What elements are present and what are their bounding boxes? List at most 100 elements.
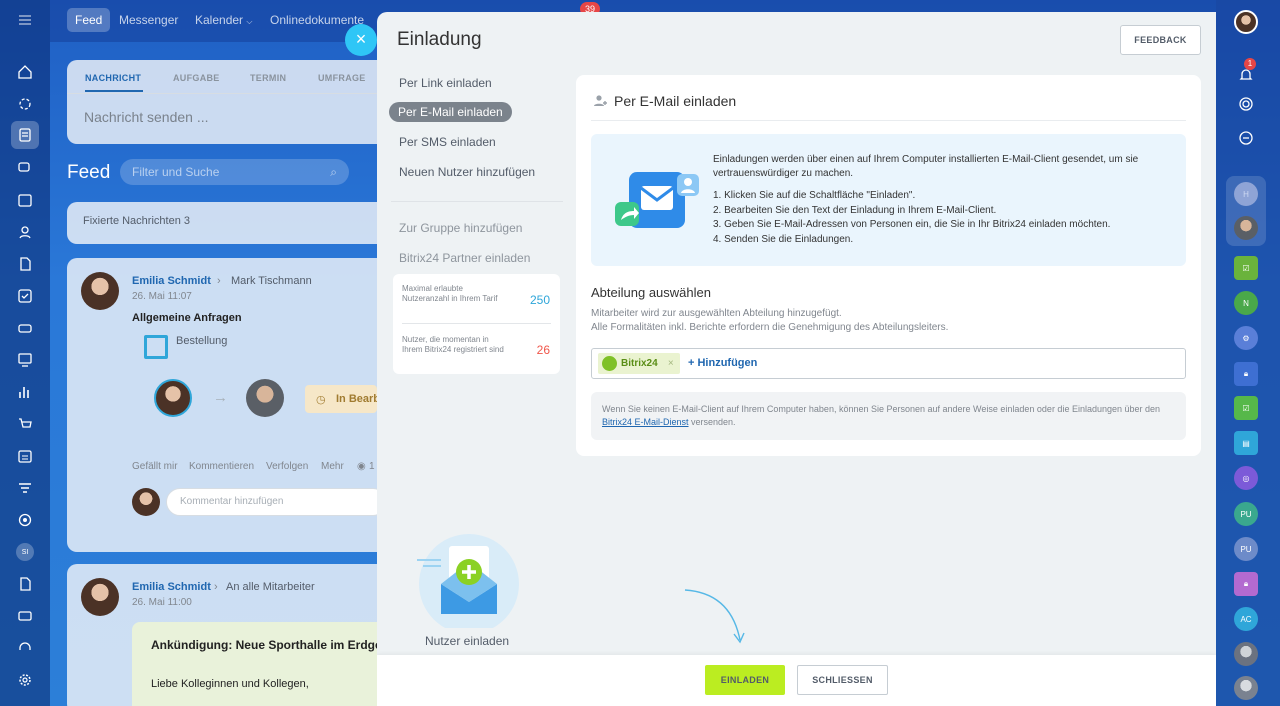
lock-chat-icon-2[interactable]: 🔒︎ — [1234, 572, 1258, 596]
comment-link[interactable]: Kommentieren — [189, 461, 254, 472]
document-icon[interactable] — [13, 252, 37, 276]
chevron-down-icon: ⌵ — [246, 17, 253, 26]
tab-poll[interactable]: UMFRAGE — [318, 73, 366, 83]
contact-initials: PU — [1240, 509, 1252, 519]
contact-h[interactable]: H — [1234, 182, 1258, 206]
contact-initials: N — [1243, 298, 1249, 308]
tasks-icon[interactable] — [13, 284, 37, 308]
department-selector[interactable]: Bitrix24 × + Hinzufügen — [591, 348, 1186, 379]
home-icon[interactable] — [13, 60, 37, 84]
hamburger-menu-icon[interactable] — [13, 8, 37, 32]
nav-calendar[interactable]: Kalender ⌵ — [187, 8, 260, 32]
card-icon[interactable] — [13, 604, 37, 628]
menu-add-group[interactable]: Zur Gruppe hinzufügen — [399, 221, 522, 235]
menu-invite-sms[interactable]: Per SMS einladen — [399, 135, 496, 149]
contact-avatar[interactable] — [1234, 642, 1258, 666]
puzzle-icon[interactable] — [13, 92, 37, 116]
nav-messenger[interactable]: Messenger — [111, 8, 186, 32]
feed-search-input[interactable]: Filter und Suche ⌕ — [120, 159, 349, 185]
feed-icon[interactable] — [11, 121, 39, 149]
target-chat-icon[interactable]: ◎ — [1234, 466, 1258, 490]
card-divider — [591, 120, 1186, 121]
limit-max-value: 250 — [529, 293, 550, 307]
tasks-chat-icon[interactable]: ☑ — [1234, 256, 1258, 280]
invitation-slider: Einladung FEEDBACK Per Link einladen Per… — [377, 12, 1216, 706]
post-date[interactable]: 26. Mai 11:07 — [132, 291, 192, 302]
post-recipient[interactable]: Mark Tischmann — [231, 275, 312, 287]
remove-tag-icon[interactable]: × — [668, 353, 674, 374]
menu-add-user[interactable]: Neuen Nutzer hinzufügen — [399, 165, 535, 179]
menu-invite-email[interactable]: Per E-Mail einladen — [389, 102, 512, 122]
pinned-messages[interactable]: Fixierte Nachrichten 3 — [83, 215, 190, 227]
avatar[interactable] — [81, 578, 119, 616]
attachment-link[interactable]: Bestellung — [176, 335, 227, 347]
menu-partner[interactable]: Bitrix24 Partner einladen — [399, 251, 530, 265]
avatar[interactable] — [81, 272, 119, 310]
settings-icon[interactable] — [13, 668, 37, 692]
post-date[interactable]: 26. Mai 11:00 — [132, 597, 192, 608]
info-step-4: 4. Senden Sie die Einladungen. — [713, 234, 854, 245]
monitor-icon[interactable] — [13, 348, 37, 372]
target-icon[interactable] — [13, 508, 37, 532]
slider-footer: EINLADEN SCHLIESSEN — [377, 655, 1216, 706]
avatar[interactable] — [132, 488, 160, 516]
add-department-link[interactable]: + Hinzufügen — [688, 357, 757, 369]
calendar-icon[interactable] — [13, 188, 37, 212]
composer-input[interactable]: Nachricht senden ... — [84, 109, 209, 125]
close-slider-button[interactable]: × — [345, 24, 377, 56]
headset-icon[interactable] — [13, 636, 37, 660]
contact-ac[interactable]: AC — [1234, 607, 1258, 631]
note-box: Wenn Sie keinen E-Mail-Client auf Ihrem … — [591, 392, 1186, 440]
tab-event[interactable]: TERMIN — [250, 73, 286, 83]
post-author[interactable]: Emilia Schmidt — [132, 581, 211, 593]
menu-invite-link[interactable]: Per Link einladen — [399, 76, 492, 90]
drive-icon[interactable] — [13, 316, 37, 340]
feed-title: Feed — [67, 162, 111, 183]
tasks-chat-icon-2[interactable]: ☑ — [1234, 396, 1258, 420]
email-service-link[interactable]: Bitrix24 E-Mail-Dienst — [602, 417, 689, 427]
booking-icon[interactable] — [13, 444, 37, 468]
post-author[interactable]: Emilia Schmidt — [132, 275, 211, 287]
tab-message[interactable]: NACHRICHT — [85, 73, 141, 83]
tab-task[interactable]: AUFGABE — [173, 73, 220, 83]
user-avatar[interactable] — [1234, 10, 1258, 34]
info-step-2: 2. Bearbeiten Sie den Text der Einladung… — [713, 205, 997, 216]
contact-avatar[interactable] — [1234, 676, 1258, 700]
contact-pu[interactable]: PU — [1234, 502, 1258, 526]
chat-icon[interactable] — [13, 156, 37, 180]
user-limits-box: Maximal erlaubte Nutzeranzahl in Ihrem T… — [393, 274, 560, 374]
close-button[interactable]: SCHLIESSEN — [797, 665, 888, 695]
contact-avatar[interactable] — [1234, 216, 1258, 240]
group-chat-icon[interactable]: ⚙ — [1234, 326, 1258, 350]
search-chat-icon[interactable] — [1234, 126, 1258, 150]
filter-icon[interactable] — [13, 476, 37, 500]
avatar[interactable] — [154, 379, 192, 417]
pulse-icon[interactable] — [1234, 92, 1258, 116]
search-icon: ⌕ — [330, 165, 337, 179]
contacts-icon[interactable] — [13, 220, 37, 244]
curved-arrow-icon — [684, 589, 745, 644]
cart-icon[interactable] — [13, 412, 37, 436]
contact-n[interactable]: N — [1234, 291, 1258, 315]
nav-feed[interactable]: Feed — [67, 8, 111, 32]
like-link[interactable]: Gefällt mir — [132, 461, 178, 472]
lock-chat-icon[interactable]: 🔒︎ — [1234, 362, 1258, 386]
user-add-icon — [594, 95, 607, 106]
card-title: Per E-Mail einladen — [614, 93, 737, 109]
feedback-button[interactable]: FEEDBACK — [1120, 25, 1201, 55]
user-initials: SI — [16, 543, 34, 561]
follow-link[interactable]: Verfolgen — [266, 461, 308, 472]
invite-button[interactable]: EINLADEN — [705, 665, 785, 695]
post-recipient[interactable]: An alle Mitarbeiter — [226, 581, 315, 593]
department-subtext-1: Mitarbeiter wird zur ausgewählten Abteil… — [591, 308, 842, 319]
avatar[interactable] — [246, 379, 284, 417]
user-initials-icon[interactable]: SI — [13, 540, 37, 564]
analytics-icon[interactable] — [13, 380, 37, 404]
comment-input[interactable]: Kommentar hinzufügen — [166, 488, 387, 516]
more-link[interactable]: Mehr — [321, 461, 344, 472]
limit-current-value: 26 — [536, 343, 550, 357]
edit-icon[interactable] — [13, 572, 37, 596]
message-chat-icon[interactable]: ▤ — [1234, 431, 1258, 455]
department-tag[interactable]: Bitrix24 × — [598, 353, 680, 374]
contact-pu-2[interactable]: PU — [1234, 537, 1258, 561]
